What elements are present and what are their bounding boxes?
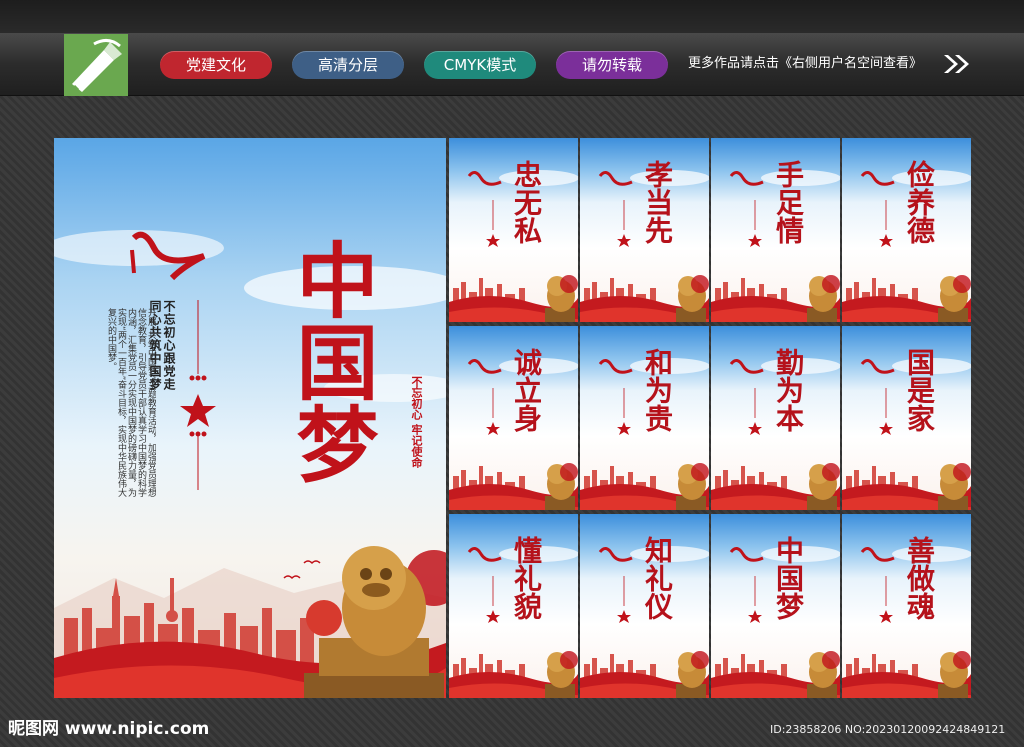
card-title: 知礼仪: [641, 536, 674, 620]
poster-title: 中国梦: [282, 238, 378, 484]
card-title: 中国梦: [772, 536, 805, 620]
poster-card: 知礼仪: [580, 514, 709, 698]
main-poster: 中国梦 不忘初心跟党走 同心共筑中国梦 开展“共筑中国梦”主题教育活动，加强党员…: [54, 138, 446, 698]
poster-card: 善做魂: [842, 514, 971, 698]
poster-card: 俭养德: [842, 138, 971, 322]
card-title: 懂礼貌: [510, 536, 543, 620]
card-title: 勤为本: [772, 348, 805, 432]
poster-card: 国是家: [842, 326, 971, 510]
card-title: 手足情: [772, 160, 805, 244]
seal-text: 不忘初心 牢记使命: [390, 376, 424, 468]
card-title: 孝当先: [641, 160, 674, 244]
card-title: 诚立身: [510, 348, 543, 432]
pen-logo-icon: [64, 34, 128, 96]
poster-body-text: 开展“共筑中国梦”主题教育活动，加强党员理想信念教育，引导党员干部认真学习中国梦…: [106, 308, 156, 498]
top-strip: [0, 0, 1024, 33]
tag-hd-layers[interactable]: 高清分层: [292, 51, 404, 79]
card-title: 俭养德: [903, 160, 936, 244]
tag-party-culture[interactable]: 党建文化: [160, 51, 272, 79]
slogan-1: 不忘初心跟党走: [162, 300, 176, 391]
card-title: 善做魂: [903, 536, 936, 620]
image-id: ID:23858206 NO:20230120092424849121: [770, 723, 1006, 736]
seal-line-1: 不忘初心: [410, 376, 423, 420]
poster-card: 手足情: [711, 138, 840, 322]
card-title: 和为贵: [641, 348, 674, 432]
card-title: 国是家: [903, 348, 936, 432]
poster-card: 中国梦: [711, 514, 840, 698]
poster-card: 孝当先: [580, 138, 709, 322]
site-watermark: 昵图网 www.nipic.com: [8, 719, 210, 739]
site-logo[interactable]: [64, 34, 128, 96]
tag-no-repost[interactable]: 请勿转载: [556, 51, 668, 79]
seal-line-2: 牢记使命: [410, 423, 423, 468]
poster-card: 忠无私: [449, 138, 578, 322]
tag-cmyk[interactable]: CMYK模式: [424, 51, 536, 79]
poster-card: 懂礼貌: [449, 514, 578, 698]
poster-card: 勤为本: [711, 326, 840, 510]
double-arrow-icon[interactable]: [942, 53, 972, 75]
card-title: 忠无私: [510, 160, 543, 244]
poster-card: 诚立身: [449, 326, 578, 510]
more-works-link[interactable]: 更多作品请点击《右侧用户名空间查看》: [688, 54, 922, 74]
poster-card: 和为贵: [580, 326, 709, 510]
